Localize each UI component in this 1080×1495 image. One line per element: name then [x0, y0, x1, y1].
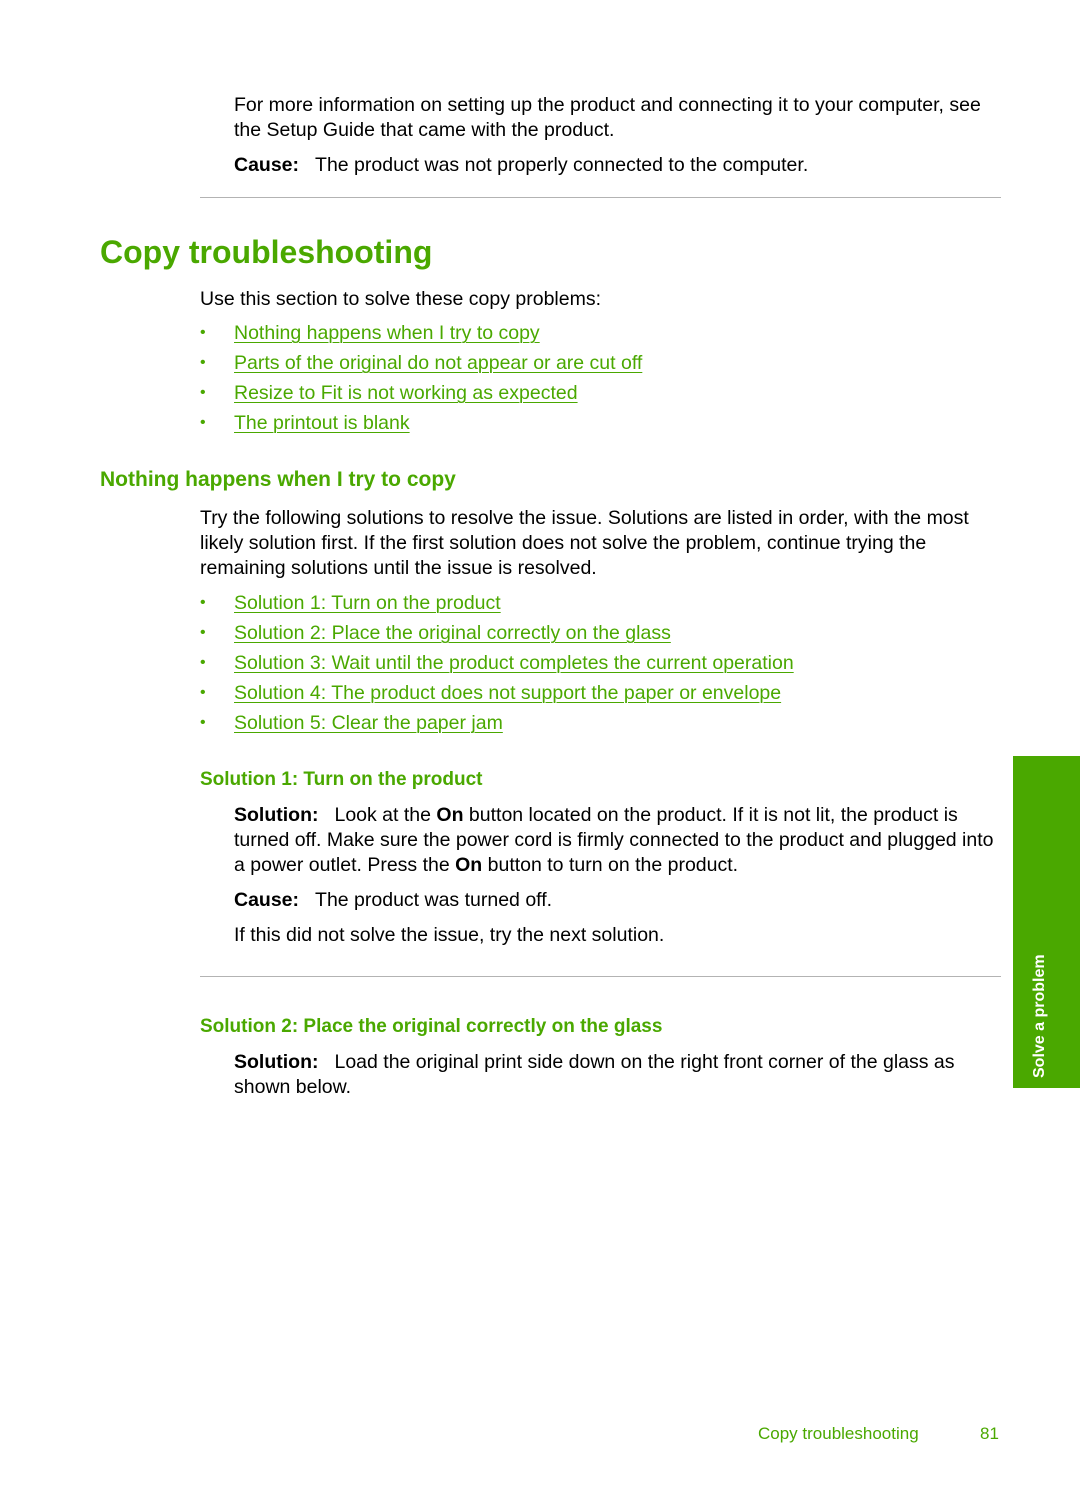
divider	[200, 976, 1001, 977]
link-solution-4[interactable]: Solution 4: The product does not support…	[234, 682, 781, 704]
bullet-icon: •	[200, 624, 206, 641]
page-number: 81	[980, 1424, 999, 1443]
cause-label: Cause:	[234, 889, 300, 911]
problem-links-list: • Nothing happens when I try to copy • Par…	[200, 318, 642, 438]
cause-label: Cause:	[234, 154, 300, 176]
cause-text: The product was not properly connected t…	[315, 154, 809, 176]
bullet-icon: •	[200, 594, 206, 611]
solution-2-title: Solution 2: Place the original correctly…	[200, 1016, 663, 1037]
list-item: • Solution 1: Turn on the product	[200, 588, 794, 618]
section-intro: Use this section to solve these copy pro…	[200, 288, 602, 310]
link-nothing-happens[interactable]: Nothing happens when I try to copy	[234, 322, 540, 344]
link-parts-cut-off[interactable]: Parts of the original do not appear or a…	[234, 352, 642, 374]
footer-section-name: Copy troubleshooting	[758, 1424, 919, 1443]
page-title: Copy troubleshooting	[100, 234, 433, 270]
list-item: • The printout is blank	[200, 408, 642, 438]
side-tab-solve-a-problem: Solve a problem	[1013, 756, 1080, 1088]
solution-1-cause: Cause: The product was turned off.	[234, 888, 552, 913]
solution-text: button to turn on the product.	[482, 854, 739, 876]
solution-text: Load the original print side down on the…	[234, 1051, 955, 1098]
link-solution-5[interactable]: Solution 5: Clear the paper jam	[234, 712, 503, 734]
solution-label: Solution:	[234, 1051, 319, 1073]
link-resize-to-fit[interactable]: Resize to Fit is not working as expected	[234, 382, 578, 404]
list-item: • Solution 4: The product does not suppor…	[200, 678, 794, 708]
divider	[200, 197, 1001, 198]
solution-2-text: Solution: Load the original print side do…	[234, 1050, 1004, 1100]
link-solution-1[interactable]: Solution 1: Turn on the product	[234, 592, 501, 614]
bullet-icon: •	[200, 384, 206, 401]
link-solution-3[interactable]: Solution 3: Wait until the product compl…	[234, 652, 794, 674]
bullet-icon: •	[200, 354, 206, 371]
list-item: • Solution 2: Place the original correctl…	[200, 618, 794, 648]
solution-1-next: If this did not solve the issue, try the…	[234, 924, 665, 946]
bullet-icon: •	[200, 414, 206, 431]
solution-links-list: • Solution 1: Turn on the product • Soluti…	[200, 588, 794, 738]
solution-1-text: Solution: Look at the On button located o…	[234, 803, 1004, 878]
list-item: • Solution 3: Wait until the product comp…	[200, 648, 794, 678]
bullet-icon: •	[200, 684, 206, 701]
intro-paragraph: For more information on setting up the p…	[234, 94, 981, 141]
bullet-icon: •	[200, 654, 206, 671]
list-item: • Nothing happens when I try to copy	[200, 318, 642, 348]
on-button-name: On	[455, 854, 483, 876]
list-item: • Parts of the original do not appear or …	[200, 348, 642, 378]
subsection-intro: Try the following solutions to resolve t…	[200, 507, 969, 579]
cause-text: The product was turned off.	[315, 889, 553, 911]
subsection-title: Nothing happens when I try to copy	[100, 468, 456, 491]
bullet-icon: •	[200, 324, 206, 341]
solution-text: Look at the	[334, 804, 437, 826]
intro-cause: Cause: The product was not properly conne…	[234, 153, 1004, 178]
side-tab-label: Solve a problem	[1031, 954, 1048, 1078]
solution-label: Solution:	[234, 804, 319, 826]
on-button-name: On	[436, 804, 464, 826]
link-solution-2[interactable]: Solution 2: Place the original correctly…	[234, 622, 671, 644]
solution-1-title: Solution 1: Turn on the product	[200, 769, 483, 790]
bullet-icon: •	[200, 714, 206, 731]
list-item: • Resize to Fit is not working as expecte…	[200, 378, 642, 408]
list-item: • Solution 5: Clear the paper jam	[200, 708, 794, 738]
link-printout-blank[interactable]: The printout is blank	[234, 412, 410, 434]
